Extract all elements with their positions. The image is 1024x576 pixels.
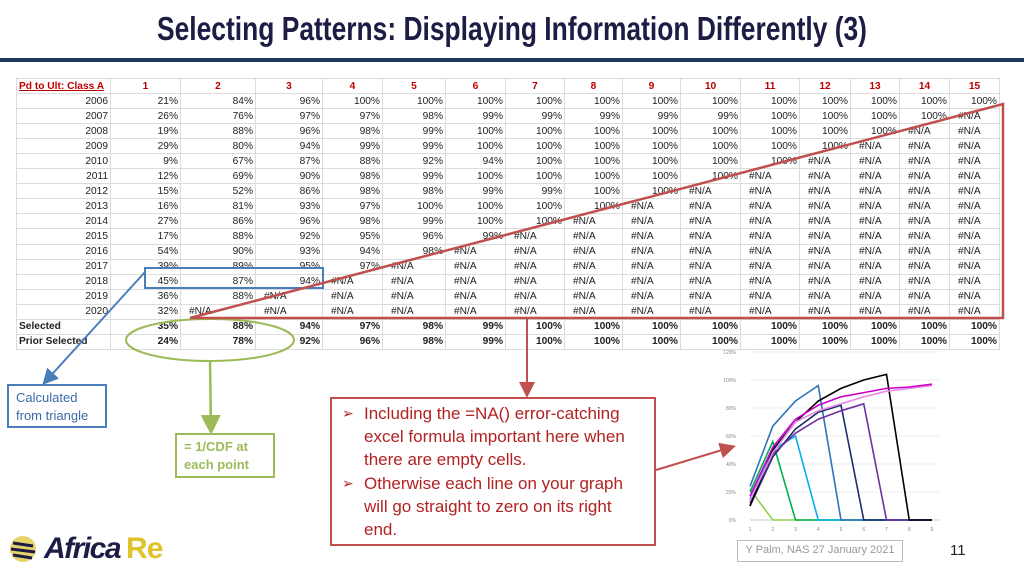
bullet-arrow-icon: ➢ [342,405,354,421]
note-item: ➢ Including the =NA() error-catching exce… [342,404,625,470]
y-tick-label: 80% [726,406,737,412]
page-number: 11 [950,542,966,559]
x-tick-label: 1 [749,527,752,533]
africa-re-logo: Africa Re [8,532,163,566]
x-tick-label: 6 [862,527,865,533]
y-tick-label: 120% [723,350,736,356]
calculated-from-triangle-callout: Calculated from triangle [7,384,107,428]
y-tick-label: 100% [723,378,736,384]
y-tick-label: 40% [726,462,737,468]
logo-globe-icon [10,536,36,562]
blue-arrow [42,271,146,385]
series-line-9 [749,383,933,497]
y-tick-label: 20% [726,490,737,496]
na-formula-note: ➢ Including the =NA() error-catching exce… [330,397,656,546]
series-line-8 [749,384,933,501]
selected-ellipse [125,318,295,362]
y-tick-label: 0% [729,518,737,524]
x-tick-label: 4 [817,527,820,533]
series-line-5 [749,404,932,521]
development-pattern-chart: 0% 20% 40% 60% 80% 100% 120% 1 2 3 4 5 6 7 8 9 [723,350,940,533]
bullet-arrow-icon: ➢ [342,474,354,491]
note-item: ➢ Otherwise each line on your graph will … [342,473,623,540]
x-tick-label: 8 [908,527,911,533]
footer-author-date: Y Palm, NAS 27 January 2021 [737,540,903,562]
series-line-2 [749,439,932,521]
x-tick-label: 5 [840,527,843,533]
green-arrow [200,360,221,435]
x-tick-label: 7 [885,527,888,533]
x-tick-label: 3 [794,527,797,533]
cdf-callout: = 1/CDF at each point [175,433,275,478]
x-tick-label: 2 [771,527,774,533]
y-tick-label: 60% [726,434,737,440]
highlight-2018-rect [144,267,324,289]
series-line-3 [749,434,932,521]
na-region-outline [189,102,1005,320]
x-tick-label: 9 [931,527,934,533]
